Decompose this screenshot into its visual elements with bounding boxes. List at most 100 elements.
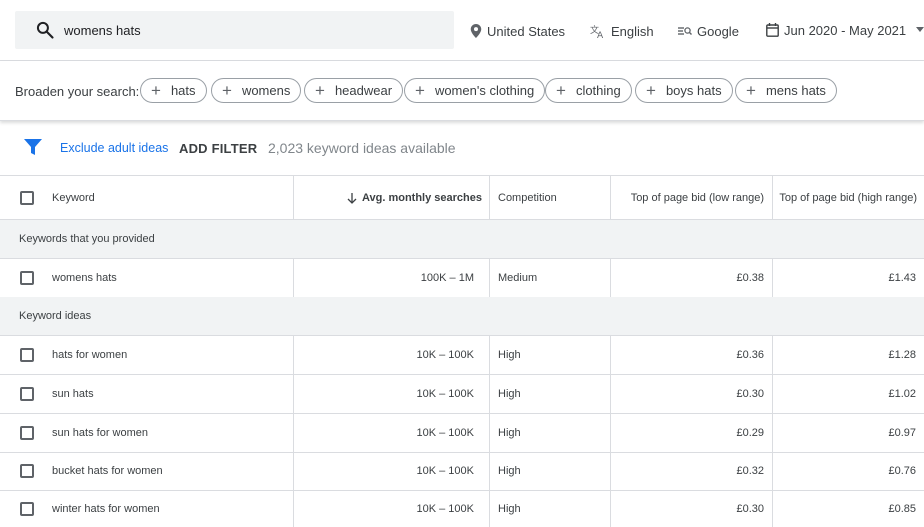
section-keywords-provided: Keywords that you provided xyxy=(0,220,924,259)
arrow-down-icon xyxy=(347,192,357,204)
chip-label: women's clothing xyxy=(434,83,535,98)
search-box[interactable]: womens hats xyxy=(15,11,454,49)
table-row[interactable]: bucket hats for women 10K – 100K High £0… xyxy=(0,452,924,491)
filter-bar: Exclude adult ideas ADD FILTER 2,023 key… xyxy=(0,122,924,176)
keyword-cell: winter hats for women xyxy=(52,503,160,515)
column-header-keyword[interactable]: Keyword xyxy=(52,176,95,220)
competition-cell: High xyxy=(498,388,521,400)
high-bid-cell: £1.28 xyxy=(888,349,916,361)
avg-searches-cell: 10K – 100K xyxy=(416,465,475,477)
column-header-label: Avg. monthly searches xyxy=(361,192,482,204)
column-header-low-bid[interactable]: Top of page bid (low range) xyxy=(611,176,764,220)
row-checkbox[interactable] xyxy=(20,387,34,401)
column-header-avg-monthly-searches[interactable]: Avg. monthly searches xyxy=(294,176,482,220)
search-network-icon xyxy=(678,27,692,35)
chip-label: boys hats xyxy=(665,83,722,98)
high-bid-cell: £0.97 xyxy=(888,427,916,439)
avg-searches-cell: 10K – 100K xyxy=(416,349,475,361)
search-icon xyxy=(36,21,54,39)
column-divider xyxy=(772,259,773,297)
network-selector[interactable]: Google xyxy=(678,23,739,39)
chip-label: clothing xyxy=(575,83,621,98)
keyword-cell: bucket hats for women xyxy=(52,465,163,477)
table-header: Keyword Avg. monthly searches Competitio… xyxy=(0,176,924,220)
chip-boys-hats[interactable]: + boys hats xyxy=(635,78,733,103)
dropdown-arrow-icon[interactable] xyxy=(916,27,924,33)
section-label: Keywords that you provided xyxy=(19,233,155,245)
select-all-checkbox[interactable] xyxy=(20,191,34,205)
high-bid-cell: £0.76 xyxy=(888,465,916,477)
row-checkbox[interactable] xyxy=(20,426,34,440)
plus-icon: + xyxy=(222,81,232,100)
column-divider xyxy=(610,176,611,220)
chip-label: hats xyxy=(170,83,196,98)
section-keyword-ideas: Keyword ideas xyxy=(0,297,924,336)
competition-cell: High xyxy=(498,503,521,515)
column-header-high-bid[interactable]: Top of page bid (high range) xyxy=(773,176,917,220)
table-row[interactable]: hats for women 10K – 100K High £0.36 £1.… xyxy=(0,336,924,375)
keyword-cell: womens hats xyxy=(52,272,117,284)
plus-icon: + xyxy=(415,81,425,100)
network-label: Google xyxy=(697,23,739,39)
column-divider xyxy=(489,176,490,220)
plus-icon: + xyxy=(746,81,756,100)
chip-headwear[interactable]: + headwear xyxy=(304,78,404,103)
avg-searches-cell: 10K – 100K xyxy=(416,388,475,400)
low-bid-cell: £0.38 xyxy=(736,272,764,284)
row-checkbox[interactable] xyxy=(20,348,34,362)
location-label: United States xyxy=(487,23,566,39)
low-bid-cell: £0.29 xyxy=(736,427,764,439)
high-bid-cell: £1.02 xyxy=(888,388,916,400)
exclude-adult-ideas-filter[interactable]: Exclude adult ideas xyxy=(60,141,168,155)
broaden-label: Broaden your search: xyxy=(15,84,140,99)
column-divider xyxy=(489,259,490,297)
low-bid-cell: £0.32 xyxy=(736,465,764,477)
plus-icon: + xyxy=(646,81,656,100)
competition-cell: High xyxy=(498,427,521,439)
chip-hats[interactable]: + hats xyxy=(140,78,207,103)
table-row[interactable]: winter hats for women 10K – 100K High £0… xyxy=(0,491,924,527)
chip-label: womens xyxy=(241,83,291,98)
table-row[interactable]: sun hats 10K – 100K High £0.30 £1.02 xyxy=(0,375,924,414)
ideas-available-count: 2,023 keyword ideas available xyxy=(268,140,456,156)
column-divider xyxy=(772,336,773,527)
plus-icon: + xyxy=(151,81,161,100)
row-checkbox[interactable] xyxy=(20,271,34,285)
chip-label: headwear xyxy=(334,83,393,98)
low-bid-cell: £0.30 xyxy=(736,388,764,400)
column-divider xyxy=(293,336,294,527)
svg-text:A: A xyxy=(597,31,604,38)
broaden-search-bar: Broaden your search: + hats + womens + head… xyxy=(0,61,924,121)
location-pin-icon xyxy=(470,24,482,38)
column-header-competition[interactable]: Competition xyxy=(498,176,557,220)
high-bid-cell: £1.43 xyxy=(888,272,916,284)
table-row[interactable]: sun hats for women 10K – 100K High £0.29… xyxy=(0,414,924,453)
add-filter-button[interactable]: ADD FILTER xyxy=(179,141,257,156)
keyword-cell: sun hats xyxy=(52,388,94,400)
avg-searches-cell: 10K – 100K xyxy=(416,427,475,439)
date-range-selector[interactable]: Jun 2020 - May 2021 xyxy=(766,22,906,38)
filter-icon[interactable] xyxy=(24,139,42,156)
chip-label: mens hats xyxy=(765,83,826,98)
date-range-label: Jun 2020 - May 2021 xyxy=(784,22,907,38)
column-divider xyxy=(489,336,490,527)
high-bid-cell: £0.85 xyxy=(888,503,916,515)
location-selector[interactable]: United States xyxy=(470,23,565,39)
competition-cell: High xyxy=(498,465,521,477)
table-row[interactable]: womens hats 100K – 1M Medium £0.38 £1.43 xyxy=(0,259,924,298)
chip-womens-clothing[interactable]: + women's clothing xyxy=(404,78,546,103)
row-checkbox[interactable] xyxy=(20,464,34,478)
row-checkbox[interactable] xyxy=(20,502,34,516)
low-bid-cell: £0.30 xyxy=(736,503,764,515)
chip-clothing[interactable]: + clothing xyxy=(545,78,632,103)
column-divider xyxy=(610,259,611,297)
chip-womens[interactable]: + womens xyxy=(211,78,302,103)
top-bar: womens hats United States 文 A English Go… xyxy=(0,0,924,61)
search-input[interactable]: womens hats xyxy=(64,23,141,38)
language-selector[interactable]: 文 A English xyxy=(590,23,654,39)
column-divider xyxy=(772,176,773,220)
calendar-icon xyxy=(766,23,779,37)
column-divider xyxy=(293,176,294,220)
chip-mens-hats[interactable]: + mens hats xyxy=(735,78,837,103)
low-bid-cell: £0.36 xyxy=(736,349,764,361)
